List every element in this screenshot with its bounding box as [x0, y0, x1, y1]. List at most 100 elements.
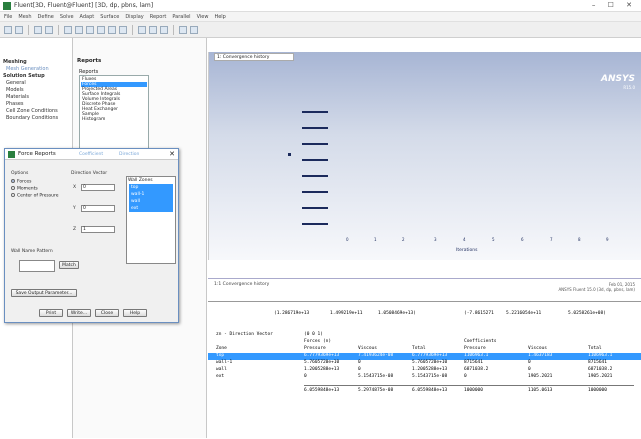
table-row[interactable]: top 6.7779369e+13 7.4193624e-08 6.777936…	[208, 353, 641, 360]
y-tick-label	[302, 223, 328, 225]
reports-list[interactable]: Fluxes Forces Projected Areas Surface In…	[79, 75, 149, 155]
help-icon[interactable]	[190, 25, 198, 34]
console-output[interactable]: (1.286719e+13 1.499219e+11 1.0508469e+13…	[208, 301, 641, 439]
window-title: Fluent[3D, Fluent@Fluent] [3D, dp, pbns,…	[14, 2, 154, 9]
menu-solve[interactable]: Solve	[60, 14, 74, 20]
console-cell: (-7.8615271	[464, 311, 494, 316]
list-item[interactable]: wall	[129, 198, 173, 205]
console-totals-row: (1.286719e+13 1.499219e+11 1.0508469e+13…	[208, 311, 641, 318]
y-tick-label	[302, 143, 328, 145]
save-icon[interactable]	[15, 25, 23, 34]
wall-name-pattern-input[interactable]	[19, 260, 55, 272]
forces-radio[interactable]: Forces	[11, 179, 32, 185]
graphics-window-selector[interactable]: 1: Convergence history	[214, 53, 294, 61]
help-button[interactable]: Help	[123, 309, 147, 317]
outline-item[interactable]: General	[3, 79, 69, 86]
console-group: Coefficients	[464, 339, 497, 344]
axis-label: X	[73, 185, 77, 190]
x-tick-label: 2	[402, 237, 405, 242]
coefficient-link[interactable]: Coefficient	[79, 152, 103, 157]
menu-display[interactable]: Display	[125, 14, 143, 20]
console-cell: 5.7605720e+10	[412, 360, 448, 365]
console-cell: 0	[528, 360, 531, 365]
grid-icon[interactable]	[45, 25, 53, 34]
console-col: Zone	[216, 346, 227, 351]
menu-view[interactable]: View	[197, 14, 209, 20]
radio-label: Moments	[17, 186, 38, 192]
write-button[interactable]: Write...	[67, 309, 91, 317]
window-icon[interactable]	[179, 25, 187, 34]
console-heading-vector: (0 0 1)	[304, 332, 323, 337]
table-row[interactable]: wall-1 5.7605720e+10 0 5.7605720e+10 871…	[208, 360, 641, 367]
match-button[interactable]: Match	[59, 261, 79, 269]
close-icon[interactable]: ✕	[169, 150, 175, 158]
graphics-caption: 1:1 Convergence history	[214, 282, 270, 287]
menu-help[interactable]: Help	[214, 14, 225, 20]
outline-item[interactable]: Boundary Conditions	[3, 114, 69, 121]
zoom-box-icon[interactable]	[97, 25, 105, 34]
menu-adapt[interactable]: Adapt	[80, 14, 95, 20]
fit-icon[interactable]	[108, 25, 116, 34]
probe-icon[interactable]	[119, 25, 127, 34]
views-icon[interactable]	[138, 25, 146, 34]
residual-point	[288, 153, 291, 156]
outline-item[interactable]: Solution Setup	[3, 72, 69, 79]
list-item[interactable]: top	[129, 184, 173, 191]
window-controls[interactable]: – ☐ ✕	[592, 1, 637, 9]
outline-item[interactable]: Meshing	[3, 58, 69, 65]
layout-icon[interactable]	[160, 25, 168, 34]
rotate-icon[interactable]	[64, 25, 72, 34]
toolbar-separator	[132, 24, 133, 35]
menu-define[interactable]: Define	[38, 14, 54, 20]
menu-parallel[interactable]: Parallel	[172, 14, 190, 20]
dialog-title-bar[interactable]: Force Reports Coefficient Direction ✕	[5, 149, 178, 160]
console-cell: 6.0559848e+13	[304, 388, 340, 393]
lights-icon[interactable]	[149, 25, 157, 34]
dialog-title: Force Reports	[18, 151, 56, 157]
console-col: Pressure	[464, 346, 486, 351]
console-cell: top	[216, 353, 225, 358]
direction-x-field[interactable]: 0	[81, 184, 115, 191]
console-cell: 0	[464, 374, 467, 379]
console-cell: 6.7779369e+13	[412, 353, 448, 358]
console-cell: 6.7779369e+13	[304, 353, 340, 358]
outline-item[interactable]: Phases	[3, 100, 69, 107]
menu-file[interactable]: File	[4, 14, 12, 20]
outline-item[interactable]: Models	[3, 86, 69, 93]
outline-item[interactable]: Mesh Generation	[3, 65, 69, 72]
save-output-parameter-button[interactable]: Save Output Parameter...	[11, 289, 77, 297]
outline-item[interactable]: Materials	[3, 93, 69, 100]
y-tick-label	[302, 207, 328, 209]
graphics-window[interactable]	[208, 52, 641, 260]
table-row[interactable]: wall 1.2005288e+13 0 1.2005288e+13 68710…	[208, 367, 641, 374]
console-cell: 1.0508469e+13)	[378, 311, 416, 316]
close-button[interactable]: Close	[95, 309, 119, 317]
list-item[interactable]: ext	[129, 205, 173, 212]
list-item[interactable]: wall-1	[129, 191, 173, 198]
print-button[interactable]: Print	[39, 309, 63, 317]
direction-y-field[interactable]: 0	[81, 205, 115, 212]
fluent-app-icon	[8, 151, 15, 158]
menu-mesh[interactable]: Mesh	[18, 14, 31, 20]
console-cell: 1106963.1	[464, 353, 489, 358]
zoom-icon[interactable]	[86, 25, 94, 34]
console-cell: 5.1543715e-08	[358, 374, 394, 379]
table-row[interactable]: ext 0 5.1543715e-08 5.1543715e-08 0 1905…	[208, 374, 641, 381]
menu-surface[interactable]: Surface	[100, 14, 119, 20]
console-net-row: 6.0559848e+13 5.2974875e-08 6.0559848e+1…	[208, 388, 641, 395]
outline-item[interactable]: Cell Zone Conditions	[3, 107, 69, 114]
moments-radio[interactable]: Moments	[11, 186, 38, 192]
direction-z-field[interactable]: 1	[81, 226, 115, 233]
pan-icon[interactable]	[75, 25, 83, 34]
center-of-pressure-radio[interactable]: Center of Pressure	[11, 193, 59, 199]
menu-report[interactable]: Report	[150, 14, 167, 20]
radio-icon	[11, 193, 15, 197]
graphics-footer: Feb 01, 2015 ANSYS Fluent 15.0 (3d, dp, …	[558, 282, 635, 292]
open-icon[interactable]	[4, 25, 12, 34]
wall-zones-list[interactable]: Wall Zones top wall-1 wall ext	[126, 176, 176, 264]
direction-link[interactable]: Direction	[119, 152, 139, 157]
console-cell: wall-1	[216, 360, 233, 365]
console-heading: zn - Direction Vector (0 0 1)	[208, 332, 641, 339]
list-item[interactable]: Histogram	[81, 117, 147, 122]
display-icon[interactable]	[34, 25, 42, 34]
